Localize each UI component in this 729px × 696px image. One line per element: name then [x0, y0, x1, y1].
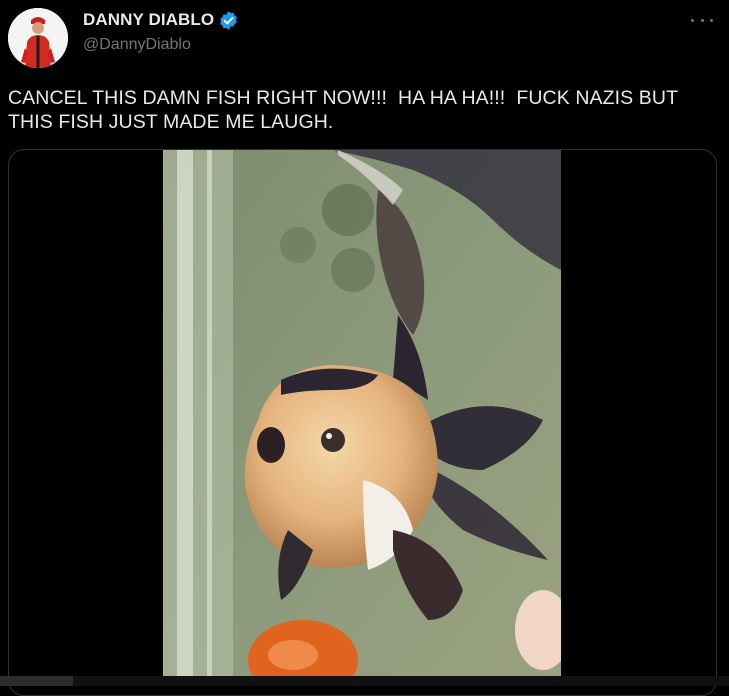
media-card[interactable] — [8, 149, 717, 696]
video-progress-bar[interactable] — [0, 676, 729, 686]
avatar[interactable] — [8, 8, 68, 68]
video-progress-fill — [0, 676, 73, 686]
tweet[interactable]: DANNY DIABLO @DannyDiablo CANCEL THIS DA… — [0, 0, 729, 696]
video-player[interactable] — [163, 150, 561, 676]
tweet-text: CANCEL THIS DAMN FISH RIGHT NOW!!! HA HA… — [8, 87, 683, 133]
verified-badge-icon — [218, 10, 239, 31]
display-name[interactable]: DANNY DIABLO — [83, 10, 214, 30]
user-handle[interactable]: @DannyDiablo — [83, 36, 191, 54]
more-horizontal-icon[interactable] — [691, 11, 713, 29]
